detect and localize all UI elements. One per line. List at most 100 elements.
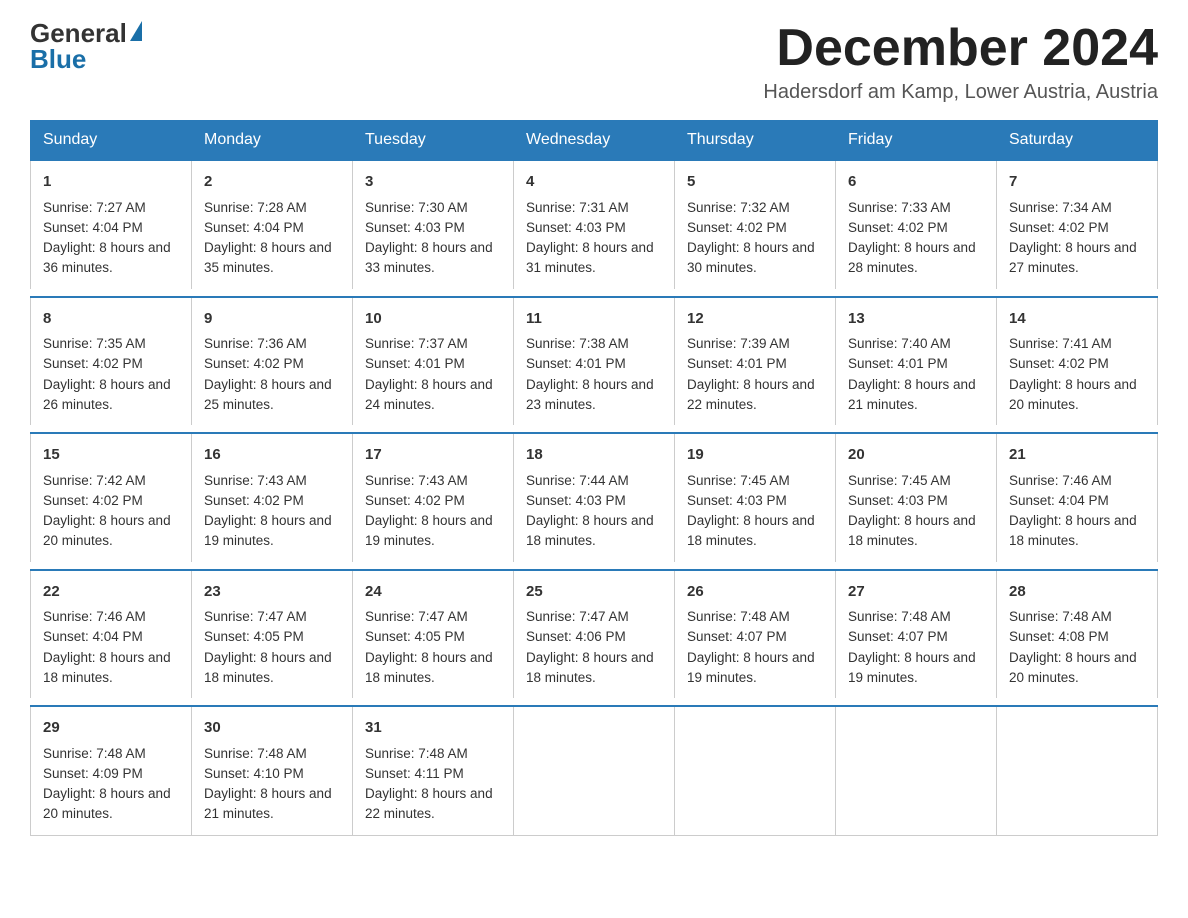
sunrise-text: Sunrise: 7:48 AM bbox=[43, 744, 179, 764]
calendar-day-cell bbox=[836, 706, 997, 835]
sunset-text: Sunset: 4:02 PM bbox=[1009, 218, 1145, 238]
daylight-text: Daylight: 8 hours and 20 minutes. bbox=[43, 511, 179, 552]
daylight-text: Daylight: 8 hours and 26 minutes. bbox=[43, 375, 179, 416]
sunrise-text: Sunrise: 7:45 AM bbox=[848, 471, 984, 491]
header-saturday: Saturday bbox=[997, 121, 1158, 161]
sunrise-text: Sunrise: 7:38 AM bbox=[526, 334, 662, 354]
sunset-text: Sunset: 4:03 PM bbox=[687, 491, 823, 511]
location-subtitle: Hadersdorf am Kamp, Lower Austria, Austr… bbox=[763, 81, 1158, 104]
daylight-text: Daylight: 8 hours and 22 minutes. bbox=[365, 784, 501, 825]
sunset-text: Sunset: 4:10 PM bbox=[204, 764, 340, 784]
calendar-day-cell: 7Sunrise: 7:34 AMSunset: 4:02 PMDaylight… bbox=[997, 160, 1158, 289]
calendar-day-cell: 31Sunrise: 7:48 AMSunset: 4:11 PMDayligh… bbox=[353, 706, 514, 835]
calendar-day-cell: 17 Sunrise: 7:43 AMSunset: 4:02 PMDayligh… bbox=[353, 433, 514, 562]
sunrise-text: Sunrise: 7:39 AM bbox=[687, 334, 823, 354]
day-number: 22 bbox=[43, 581, 179, 604]
daylight-text: Daylight: 8 hours and 19 minutes. bbox=[687, 648, 823, 689]
calendar-week-row: 1Sunrise: 7:27 AMSunset: 4:04 PMDaylight… bbox=[31, 160, 1158, 289]
sunset-text: Sunset: 4:02 PM bbox=[43, 354, 179, 374]
daylight-text: Daylight: 8 hours and 19 minutes. bbox=[365, 511, 501, 552]
daylight-text: Daylight: 8 hours and 25 minutes. bbox=[204, 375, 340, 416]
calendar-week-row: 29Sunrise: 7:48 AMSunset: 4:09 PMDayligh… bbox=[31, 706, 1158, 835]
header-thursday: Thursday bbox=[675, 121, 836, 161]
day-number: 26 bbox=[687, 581, 823, 604]
sunrise-text: Sunrise: 7:31 AM bbox=[526, 198, 662, 218]
sunset-text: Sunset: 4:04 PM bbox=[204, 218, 340, 238]
sunrise-text: Sunrise: 7:27 AM bbox=[43, 198, 179, 218]
daylight-text: Daylight: 8 hours and 18 minutes. bbox=[848, 511, 984, 552]
calendar-day-cell: 22Sunrise: 7:46 AMSunset: 4:04 PMDayligh… bbox=[31, 570, 192, 699]
calendar-day-cell: 4Sunrise: 7:31 AMSunset: 4:03 PMDaylight… bbox=[514, 160, 675, 289]
sunset-text: Sunset: 4:04 PM bbox=[43, 627, 179, 647]
calendar-day-cell: 6Sunrise: 7:33 AMSunset: 4:02 PMDaylight… bbox=[836, 160, 997, 289]
calendar-week-row: 22 Sunrise: 7:46 AMSunset: 4:04 PM Dayligh… bbox=[31, 570, 1158, 699]
sunset-text: Sunset: 4:02 PM bbox=[687, 218, 823, 238]
sunrise-text: Sunrise: 7:47 AM bbox=[365, 607, 501, 627]
sunset-text: Sunset: 4:03 PM bbox=[526, 491, 662, 511]
calendar-day-cell: 16Sunrise: 7:43 AMSunset: 4:02 PMDayligh… bbox=[192, 433, 353, 562]
header-monday: Monday bbox=[192, 121, 353, 161]
daylight-text: Daylight: 8 hours and 24 minutes. bbox=[365, 375, 501, 416]
calendar-day-cell: 26Sunrise: 7:48 AMSunset: 4:07 PMDayligh… bbox=[675, 570, 836, 699]
calendar-week-row: 15Sunrise: 7:42 AMSunset: 4:02 PMDayligh… bbox=[31, 433, 1158, 562]
daylight-text: Daylight: 8 hours and 19 minutes. bbox=[204, 511, 340, 552]
calendar-day-cell: 25Sunrise: 7:47 AMSunset: 4:06 PMDayligh… bbox=[514, 570, 675, 699]
logo: General Blue bbox=[30, 20, 142, 72]
day-number: 11 bbox=[526, 308, 662, 331]
sunset-text: Sunset: 4:03 PM bbox=[848, 491, 984, 511]
calendar-day-cell: 20Sunrise: 7:45 AMSunset: 4:03 PMDayligh… bbox=[836, 433, 997, 562]
daylight-text: Daylight: 8 hours and 22 minutes. bbox=[687, 375, 823, 416]
calendar-day-cell: 28Sunrise: 7:48 AMSunset: 4:08 PMDayligh… bbox=[997, 570, 1158, 699]
daylight-text: Daylight: 8 hours and 18 minutes. bbox=[204, 648, 340, 689]
day-number: 30 bbox=[204, 717, 340, 740]
day-number: 24 bbox=[365, 581, 501, 604]
calendar-table: Sunday Monday Tuesday Wednesday Thursday… bbox=[30, 120, 1158, 836]
calendar-day-cell: 13Sunrise: 7:40 AMSunset: 4:01 PMDayligh… bbox=[836, 297, 997, 426]
daylight-text: Daylight: 8 hours and 18 minutes. bbox=[1009, 511, 1145, 552]
spacer-row bbox=[31, 698, 1158, 706]
daylight-text: Daylight: 8 hours and 33 minutes. bbox=[365, 238, 501, 279]
sunrise-text: Sunrise: 7:36 AM bbox=[204, 334, 340, 354]
title-area: December 2024 Hadersdorf am Kamp, Lower … bbox=[763, 20, 1158, 104]
sunrise-text: Sunrise: 7:40 AM bbox=[848, 334, 984, 354]
daylight-text: Daylight: 8 hours and 20 minutes. bbox=[1009, 648, 1145, 689]
sunrise-text: Sunrise: 7:44 AM bbox=[526, 471, 662, 491]
sunrise-text: Sunrise: 7:45 AM bbox=[687, 471, 823, 491]
calendar-day-cell: 19Sunrise: 7:45 AMSunset: 4:03 PMDayligh… bbox=[675, 433, 836, 562]
sunrise-text: Sunrise: 7:47 AM bbox=[526, 607, 662, 627]
sunset-text: Sunset: 4:01 PM bbox=[526, 354, 662, 374]
calendar-day-cell bbox=[997, 706, 1158, 835]
daylight-text: Daylight: 8 hours and 28 minutes. bbox=[848, 238, 984, 279]
sunrise-text: Sunrise: 7:42 AM bbox=[43, 471, 179, 491]
daylight-text: Daylight: 8 hours and 19 minutes. bbox=[848, 648, 984, 689]
spacer-row bbox=[31, 425, 1158, 433]
calendar-day-cell: 14Sunrise: 7:41 AMSunset: 4:02 PMDayligh… bbox=[997, 297, 1158, 426]
sunrise-text: Sunrise: 7:32 AM bbox=[687, 198, 823, 218]
day-number: 12 bbox=[687, 308, 823, 331]
daylight-text: Daylight: 8 hours and 30 minutes. bbox=[687, 238, 823, 279]
sunrise-text: Sunrise: 7:43 AM bbox=[365, 471, 501, 491]
sunset-text: Sunset: 4:02 PM bbox=[43, 491, 179, 511]
calendar-day-cell: 2Sunrise: 7:28 AMSunset: 4:04 PMDaylight… bbox=[192, 160, 353, 289]
day-number: 17 bbox=[365, 444, 501, 467]
day-number: 13 bbox=[848, 308, 984, 331]
sunset-text: Sunset: 4:02 PM bbox=[365, 491, 501, 511]
day-number: 23 bbox=[204, 581, 340, 604]
header-sunday: Sunday bbox=[31, 121, 192, 161]
month-year-title: December 2024 bbox=[763, 20, 1158, 77]
sunset-text: Sunset: 4:08 PM bbox=[1009, 627, 1145, 647]
calendar-day-cell: 18Sunrise: 7:44 AMSunset: 4:03 PMDayligh… bbox=[514, 433, 675, 562]
sunset-text: Sunset: 4:11 PM bbox=[365, 764, 501, 784]
day-number: 31 bbox=[365, 717, 501, 740]
sunset-text: Sunset: 4:07 PM bbox=[848, 627, 984, 647]
calendar-day-cell: 9Sunrise: 7:36 AMSunset: 4:02 PMDaylight… bbox=[192, 297, 353, 426]
logo-general-text: General bbox=[30, 20, 127, 46]
daylight-text: Daylight: 8 hours and 21 minutes. bbox=[848, 375, 984, 416]
calendar-header-row: Sunday Monday Tuesday Wednesday Thursday… bbox=[31, 121, 1158, 161]
sunrise-text: Sunrise: 7:48 AM bbox=[848, 607, 984, 627]
sunrise-text: Sunrise: 7:46 AM bbox=[43, 607, 179, 627]
day-number: 29 bbox=[43, 717, 179, 740]
sunset-text: Sunset: 4:02 PM bbox=[848, 218, 984, 238]
calendar-week-row: 8Sunrise: 7:35 AMSunset: 4:02 PMDaylight… bbox=[31, 297, 1158, 426]
daylight-text: Daylight: 8 hours and 18 minutes. bbox=[526, 511, 662, 552]
